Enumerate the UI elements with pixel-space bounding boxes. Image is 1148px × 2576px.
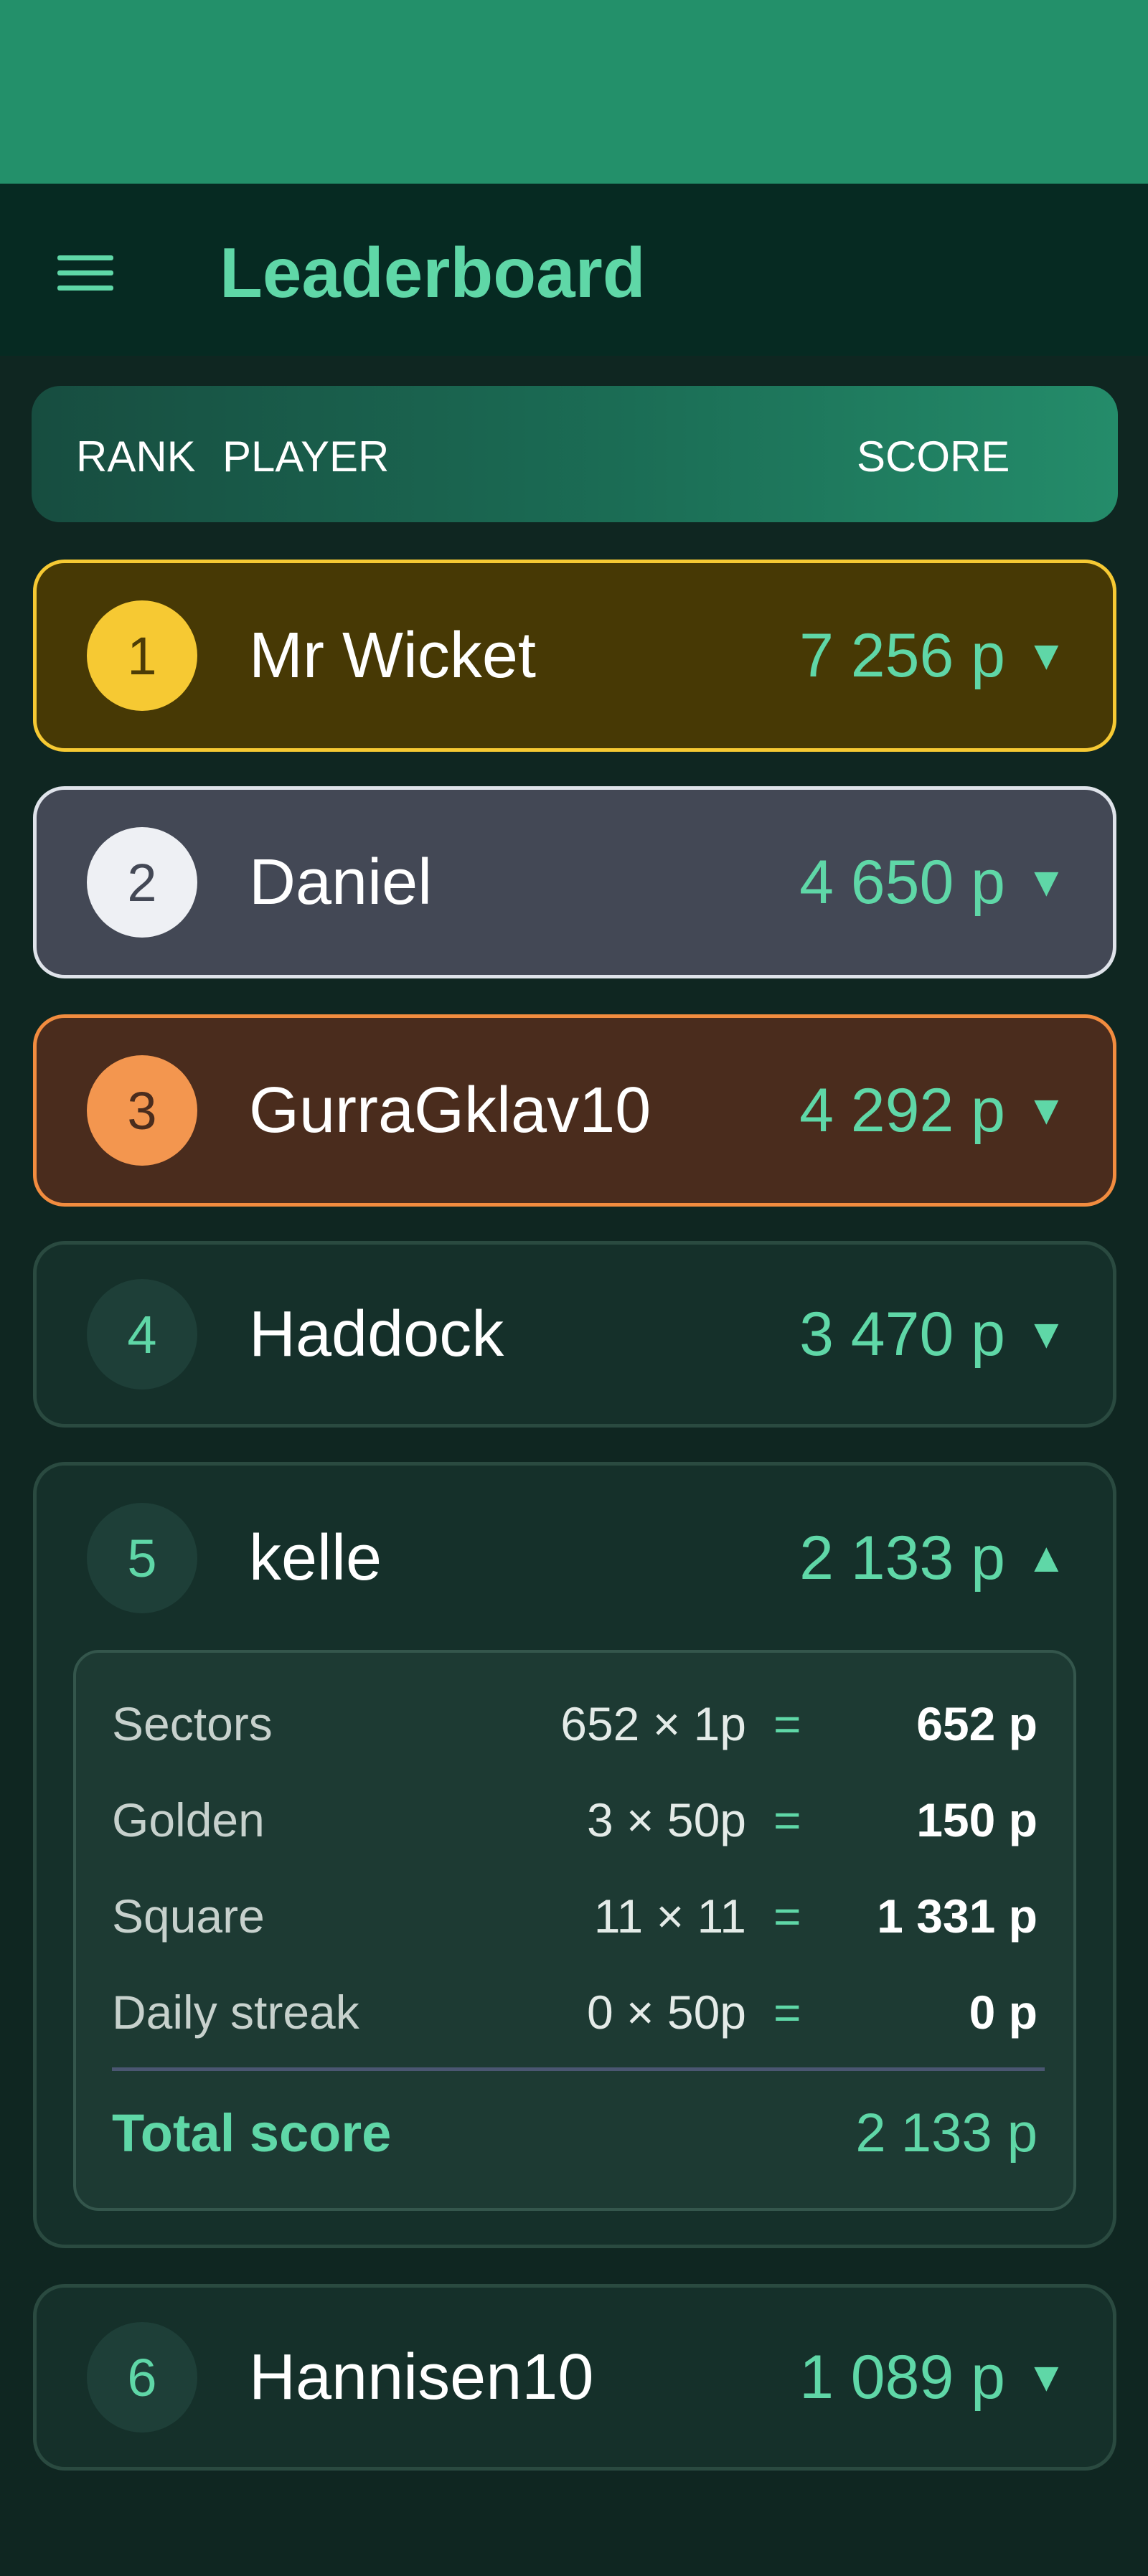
header-player: PLAYER	[222, 433, 390, 481]
rank-badge: 2	[87, 827, 197, 938]
score-breakdown: Sectors 652 × 1p = 652 p Golden 3 × 50p …	[73, 1650, 1076, 2211]
rank-badge: 5	[87, 1503, 197, 1613]
rank-badge: 3	[87, 1055, 197, 1166]
breakdown-divider	[112, 2067, 1045, 2071]
chevron-down-icon[interactable]: ▼	[1026, 2338, 1067, 2417]
breakdown-label: Sectors	[112, 1697, 273, 1750]
breakdown-equals: =	[773, 1793, 801, 1846]
page-title: Leaderboard	[220, 233, 646, 312]
breakdown-equals: =	[773, 1889, 801, 1943]
menu-icon[interactable]	[55, 251, 116, 294]
leaderboard-header: RANK PLAYER SCORE	[32, 386, 1118, 522]
leaderboard-row-3[interactable]: 3 GurraGklav10 4 292 p ▼	[33, 1014, 1116, 1207]
breakdown-label: Daily streak	[112, 1986, 359, 2039]
player-name: Daniel	[249, 846, 433, 918]
rank-badge: 1	[87, 600, 197, 711]
player-score: 3 470 p	[799, 1300, 1005, 1369]
player-name: kelle	[249, 1522, 382, 1594]
total-score-label: Total score	[112, 2103, 392, 2163]
player-name: Haddock	[249, 1298, 504, 1370]
leaderboard-row-4[interactable]: 4 Haddock 3 470 p ▼	[33, 1241, 1116, 1428]
chevron-down-icon[interactable]: ▼	[1026, 1071, 1067, 1150]
breakdown-equals: =	[773, 1697, 801, 1750]
rank-badge: 6	[87, 2322, 197, 2433]
chevron-down-icon[interactable]: ▼	[1026, 843, 1067, 922]
player-name: Mr Wicket	[249, 620, 536, 692]
player-score: 4 292 p	[799, 1076, 1005, 1145]
breakdown-value: 150 p	[916, 1793, 1038, 1846]
leaderboard-row-2[interactable]: 2 Daniel 4 650 p ▼	[33, 786, 1116, 978]
breakdown-calc: 11 × 11	[593, 1889, 746, 1943]
player-score: 2 133 p	[799, 1524, 1005, 1593]
breakdown-row-square: Square 11 × 11 = 1 331 p	[76, 1884, 1073, 1948]
breakdown-value: 1 331 p	[877, 1889, 1038, 1943]
header-score: SCORE	[857, 433, 1010, 481]
breakdown-value: 652 p	[916, 1697, 1038, 1750]
breakdown-row-daily-streak: Daily streak 0 × 50p = 0 p	[76, 1980, 1073, 2044]
breakdown-row-golden: Golden 3 × 50p = 150 p	[76, 1788, 1073, 1852]
player-score: 7 256 p	[799, 621, 1005, 690]
leaderboard-row-1[interactable]: 1 Mr Wicket 7 256 p ▼	[33, 560, 1116, 752]
breakdown-calc: 652 × 1p	[560, 1697, 746, 1750]
player-name: GurraGklav10	[249, 1075, 651, 1146]
player-score: 4 650 p	[799, 848, 1005, 917]
breakdown-label: Square	[112, 1889, 265, 1943]
rank-badge: 4	[87, 1279, 197, 1390]
player-name: Hannisen10	[249, 2341, 594, 2413]
total-score-value: 2 133 p	[855, 2103, 1038, 2164]
breakdown-row-sectors: Sectors 652 × 1p = 652 p	[76, 1692, 1073, 1756]
header-rank: RANK	[76, 433, 196, 481]
breakdown-calc: 3 × 50p	[586, 1793, 746, 1846]
breakdown-value: 0 p	[969, 1986, 1038, 2039]
breakdown-equals: =	[773, 1986, 801, 2039]
leaderboard-row-6[interactable]: 6 Hannisen10 1 089 p ▼	[33, 2284, 1116, 2471]
breakdown-label: Golden	[112, 1793, 265, 1846]
chevron-up-icon[interactable]: ▲	[1026, 1519, 1067, 1598]
chevron-down-icon[interactable]: ▼	[1026, 1295, 1067, 1374]
player-score: 1 089 p	[799, 2343, 1005, 2412]
breakdown-calc: 0 × 50p	[586, 1986, 746, 2039]
chevron-down-icon[interactable]: ▼	[1026, 616, 1067, 695]
status-bar	[0, 0, 1148, 184]
